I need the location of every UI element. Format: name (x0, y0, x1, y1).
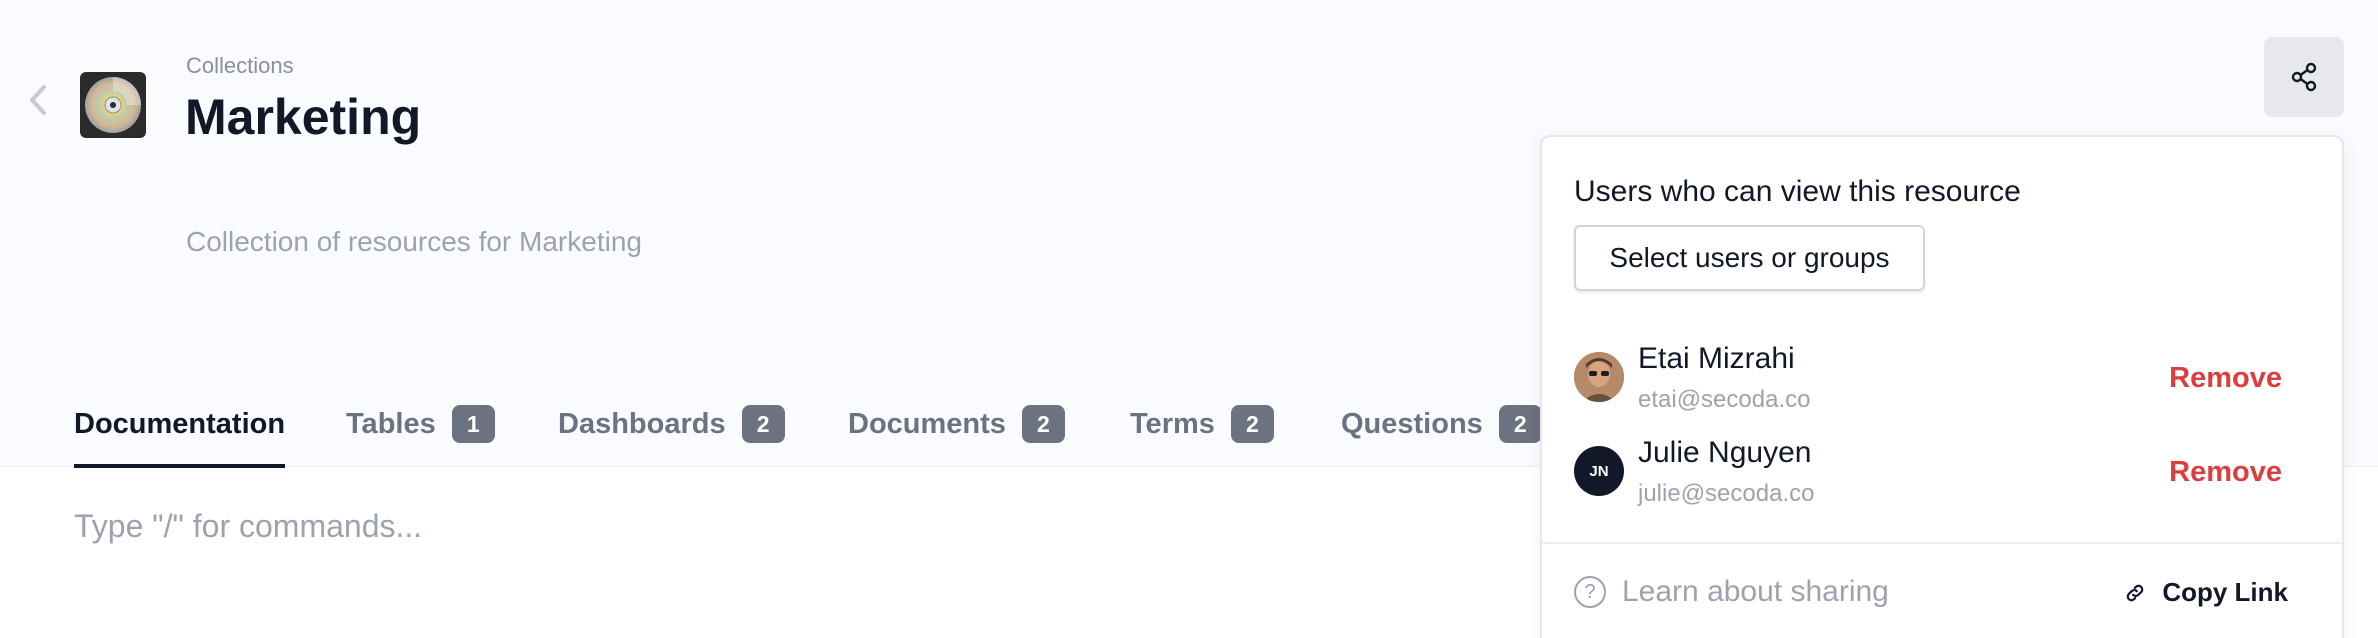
remove-user-button[interactable]: Remove (2169, 456, 2282, 489)
avatar (1574, 352, 1624, 402)
tab-count-badge: 2 (741, 405, 785, 443)
tab-tables[interactable]: Tables 1 (346, 380, 495, 468)
back-button[interactable] (22, 80, 54, 120)
remove-user-button[interactable]: Remove (2169, 362, 2282, 395)
tab-documents[interactable]: Documents 2 (848, 380, 1065, 468)
tab-bar: Documentation Tables 1 Dashboards 2 Docu… (0, 380, 1560, 468)
tab-count-badge: 2 (1498, 405, 1542, 443)
tab-documentation[interactable]: Documentation (74, 380, 286, 468)
avatar: JN (1574, 446, 1624, 496)
user-row: JN Julie Nguyen julie@secoda.co Remove (1574, 432, 2304, 512)
tab-terms[interactable]: Terms 2 (1130, 380, 1274, 468)
tab-label: Documentation (74, 407, 286, 440)
tab-label: Tables (346, 407, 436, 440)
tab-label: Dashboards (558, 407, 726, 440)
tab-label: Documents (848, 407, 1006, 440)
user-email: etai@secoda.co (1638, 386, 1811, 413)
question-circle-icon: ? (1574, 576, 1606, 608)
tab-count-badge: 2 (1230, 405, 1274, 443)
user-name: Julie Nguyen (1638, 436, 1812, 469)
learn-about-sharing-link[interactable]: ? Learn about sharing (1574, 575, 1889, 609)
tab-label: Questions (1341, 407, 1483, 440)
share-icon (2291, 62, 2317, 92)
share-button[interactable] (2264, 37, 2344, 117)
tab-count-badge: 2 (1021, 405, 1065, 443)
tab-dashboards[interactable]: Dashboards 2 (558, 380, 785, 468)
user-name: Etai Mizrahi (1638, 342, 1795, 375)
share-popover: Users who can view this resource Select … (1540, 135, 2344, 638)
popover-heading: Users who can view this resource (1574, 175, 2021, 208)
breadcrumb[interactable]: Collections (186, 53, 294, 79)
user-photo-icon (1574, 352, 1624, 402)
chevron-left-icon (30, 85, 46, 115)
divider (1542, 542, 2342, 544)
page-title: Marketing (185, 89, 422, 145)
tab-questions[interactable]: Questions 2 (1341, 380, 1542, 468)
copy-link-button[interactable]: Copy Link (2124, 577, 2288, 608)
select-users-button[interactable]: Select users or groups (1574, 225, 1925, 291)
cd-disc-icon (80, 72, 146, 138)
tab-label: Terms (1130, 407, 1215, 440)
user-row: Etai Mizrahi etai@secoda.co Remove (1574, 338, 2304, 418)
editor-input[interactable]: Type "/" for commands... (74, 508, 422, 545)
collection-description[interactable]: Collection of resources for Marketing (186, 226, 642, 258)
link-icon (2127, 584, 2144, 601)
user-email: julie@secoda.co (1638, 480, 1815, 507)
copy-link-label: Copy Link (2162, 577, 2288, 607)
tab-count-badge: 1 (451, 405, 495, 443)
learn-link-label: Learn about sharing (1622, 575, 1889, 608)
